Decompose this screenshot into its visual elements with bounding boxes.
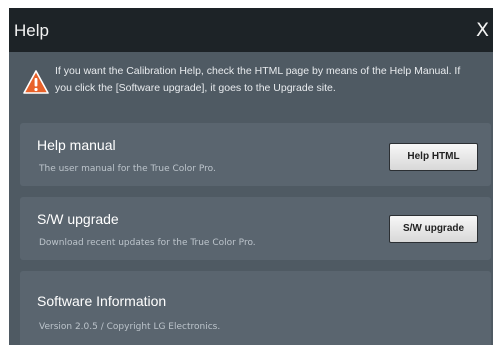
dialog-titlebar: Help X	[9, 8, 493, 52]
sw-upgrade-panel: S/W upgrade Download recent updates for …	[20, 197, 491, 260]
help-notice: If you want the Calibration Help, check …	[9, 52, 493, 114]
warning-triangle-icon	[23, 70, 49, 94]
close-button[interactable]: X	[476, 19, 489, 41]
help-manual-title: Help manual	[37, 137, 116, 153]
sw-upgrade-description: Download recent updates for the True Col…	[39, 238, 256, 248]
notice-line-2: you click the [Software upgrade], it goe…	[55, 82, 336, 94]
notice-text: If you want the Calibration Help, check …	[55, 63, 493, 97]
notice-line-1: If you want the Calibration Help, check …	[55, 65, 461, 77]
dialog-title: Help	[14, 21, 49, 40]
sw-upgrade-title: S/W upgrade	[37, 211, 119, 227]
help-dialog: Help X If you want the Calibration Help,…	[9, 8, 493, 345]
help-manual-panel: Help manual The user manual for the True…	[20, 123, 491, 186]
help-manual-description: The user manual for the True Color Pro.	[39, 164, 216, 174]
sw-upgrade-button[interactable]: S/W upgrade	[389, 215, 478, 243]
software-info-description: Version 2.0.5 / Copyright LG Electronics…	[39, 322, 221, 332]
help-html-button[interactable]: Help HTML	[389, 143, 478, 171]
software-info-panel: Software Information Version 2.0.5 / Cop…	[20, 271, 491, 345]
software-info-title: Software Information	[37, 293, 167, 309]
